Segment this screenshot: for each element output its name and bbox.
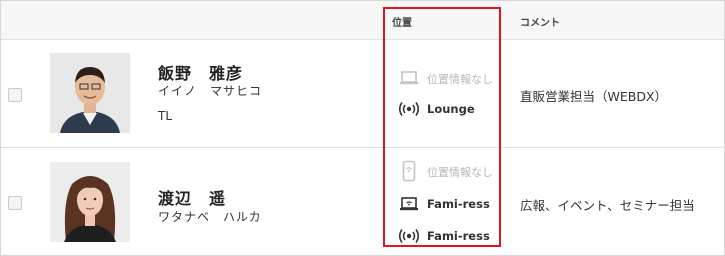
column-header-comment: コメント <box>520 18 560 29</box>
avatar <box>50 162 130 242</box>
row-select-checkbox[interactable] <box>8 196 22 210</box>
location-text: 位置情報なし <box>427 73 493 86</box>
location-entry: Lounge <box>397 98 507 120</box>
member-role: TL <box>158 109 173 123</box>
column-header-location: 位置 <box>392 18 412 29</box>
location-text: Lounge <box>427 102 475 116</box>
location-entry: Fami-ress <box>397 193 507 215</box>
member-comment: 広報、イベント、セミナー担当 <box>520 198 695 213</box>
member-name[interactable]: 飯野 雅彦 <box>158 60 243 84</box>
row-select-checkbox[interactable] <box>8 88 22 102</box>
member-comment: 直販営業担当（WEBDX） <box>520 89 668 104</box>
table-row: 飯野 雅彦 イイノ マサヒコ TL 位置情報なし Lounge 直販営業担当（W… <box>1 40 724 148</box>
laptop-icon <box>400 71 418 85</box>
location-text: Fami-ress <box>427 197 490 211</box>
table-header: 位置 コメント <box>1 1 724 40</box>
table-row: 渡辺 遥 ワタナベ ハルカ 位置情報なし Fami-ress Fami-ress… <box>1 148 724 255</box>
beacon-icon <box>398 229 420 243</box>
member-kana: イイノ マサヒコ <box>158 84 263 98</box>
location-entry: 位置情報なし <box>397 67 507 89</box>
location-entry: Fami-ress <box>397 225 507 247</box>
member-kana: ワタナベ ハルカ <box>158 210 262 224</box>
avatar <box>50 53 130 133</box>
laptop-icon <box>400 197 418 211</box>
member-table: 位置 コメント 飯野 雅彦 イイノ マサヒコ TL 位置情報なし Lounge … <box>0 0 725 256</box>
location-text: 位置情報なし <box>427 166 493 179</box>
location-text: Fami-ress <box>427 229 490 243</box>
phone-icon <box>402 160 416 182</box>
location-entry: 位置情報なし <box>397 160 507 182</box>
beacon-icon <box>398 102 420 116</box>
member-name[interactable]: 渡辺 遥 <box>158 185 226 209</box>
